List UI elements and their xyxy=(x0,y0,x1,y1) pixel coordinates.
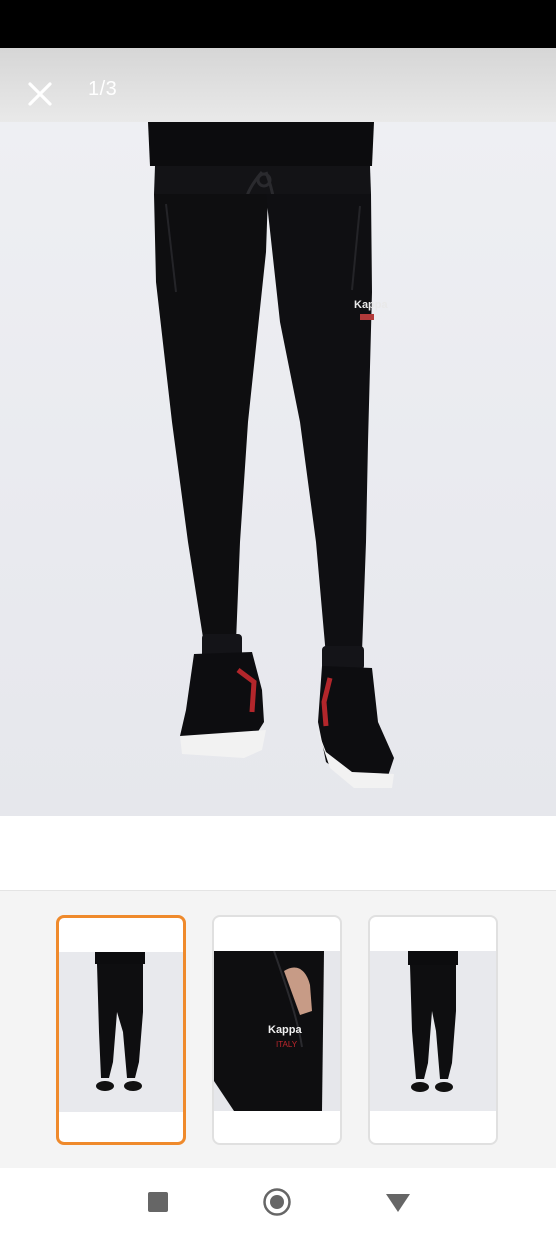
thumbnail-strip: Kappa ITALY xyxy=(0,890,556,1168)
close-button[interactable] xyxy=(22,76,58,112)
spacer xyxy=(0,816,556,890)
square-icon xyxy=(148,1192,168,1212)
product-photo[interactable]: Kappa xyxy=(0,122,556,816)
recent-apps-button[interactable] xyxy=(142,1186,174,1218)
thumbnail-image xyxy=(59,952,183,1112)
thumbnail-1[interactable] xyxy=(56,915,186,1145)
circle-icon xyxy=(263,1188,291,1216)
thumbnail-illustration xyxy=(408,951,458,1092)
thumbnail-2[interactable]: Kappa ITALY xyxy=(212,915,342,1145)
status-bar xyxy=(0,0,556,48)
thumbnail-image xyxy=(370,951,496,1111)
svg-text:Kappa: Kappa xyxy=(354,299,389,311)
thumb-logo-sub: ITALY xyxy=(276,1040,298,1049)
back-button[interactable] xyxy=(382,1186,414,1218)
viewer-header: 1/3 xyxy=(0,48,556,122)
image-counter: 1/3 xyxy=(88,78,118,100)
thumbnail-3[interactable] xyxy=(368,915,498,1145)
close-icon xyxy=(28,82,52,106)
triangle-back-icon xyxy=(386,1194,410,1212)
thumb-logo-text: Kappa xyxy=(268,1024,303,1036)
thumbnail-illustration xyxy=(95,952,145,1091)
thumbnail-illustration: Kappa ITALY xyxy=(214,950,324,1111)
product-photo-illustration: Kappa xyxy=(148,122,394,788)
system-nav-bar xyxy=(0,1168,556,1235)
thumbnail-image: Kappa ITALY xyxy=(214,950,340,1111)
home-button[interactable] xyxy=(261,1186,293,1218)
